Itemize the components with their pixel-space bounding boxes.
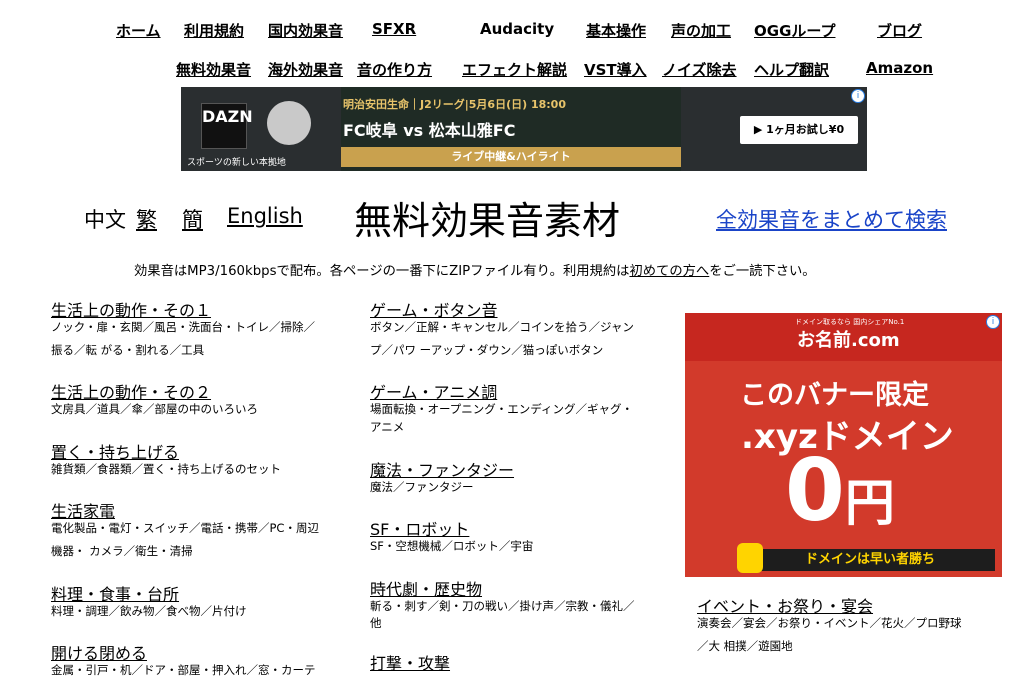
nav-how-to-make-link[interactable]: 音の作り方 (357, 59, 432, 80)
category-link[interactable]: 打撃・攻撃 (370, 650, 450, 674)
subcategory-line: 魔法／ファンタジー (370, 480, 474, 494)
ad-info-icon[interactable]: i (986, 315, 1000, 329)
page-title: 無料効果音素材 (354, 199, 621, 243)
first-time-link[interactable]: 初めての方へ (629, 264, 709, 279)
nav-blog-link[interactable]: ブログ (877, 20, 922, 41)
nav-free-sfx-link[interactable]: 無料効果音 (176, 59, 251, 80)
subcategory-line: プ／パワ ーアップ・ダウン／猫っぽいボタン (370, 343, 604, 357)
jleague-emblem-icon (267, 101, 311, 145)
subcategory-line: 雑貨類／食器類／置く・持ち上げるのセット (51, 462, 281, 476)
subcategory-line: 電化製品・電灯・スイッチ／電話・携帯／PC・周辺 (51, 521, 319, 535)
subcategory-line: 振る／転 がる・割れる／工具 (51, 343, 205, 357)
dazn-tagline: スポーツの新しい本拠地 (187, 158, 286, 168)
notice-text-end: をご一読下さい。 (709, 264, 816, 279)
dazn-banner-ad[interactable]: DAZN スポーツの新しい本拠地 明治安田生命｜J2リーグ|5月6日(日) 18… (181, 87, 867, 171)
nav-foreign-sfx-link[interactable]: 海外効果音 (268, 59, 343, 80)
thumbs-up-icon (737, 543, 763, 573)
ad-match-title: FC岐阜 vs 松本山雅FC (343, 121, 516, 140)
nav-home-link[interactable]: ホーム (116, 20, 161, 41)
subcategory-line: 機器・ カメラ／衛生・清掃 (51, 544, 193, 558)
search-all-sfx-link[interactable]: 全効果音をまとめて検索 (716, 204, 947, 234)
ad2-price-unit: 円 (844, 474, 895, 532)
notice-text: 効果音はMP3/160kbpsで配布。各ページの一番下にZIPファイル有り。利用… (134, 264, 630, 279)
ad2-price: 0円 (785, 446, 895, 548)
nav-noise-link[interactable]: ノイズ除去 (662, 59, 737, 80)
subcategory-line: SF・空想機械／ロボット／宇宙 (370, 539, 534, 553)
subcategory-line: 金属・引戸・机／ドア・部屋・押入れ／窓・カーテ (51, 663, 316, 677)
onamae-banner-ad[interactable]: ドメイン取るなら 国内シェアNo.1 お名前.com このバナー限定 .xyzド… (685, 313, 1002, 577)
subcategory-line: 斬る・刺す／剣・刀の戦い／掛け声／宗教・儀礼／ (370, 599, 635, 613)
subcategory-line: アニメ (370, 420, 405, 434)
distribution-notice: 効果音はMP3/160kbpsで配布。各ページの一番下にZIPファイル有り。利用… (134, 260, 816, 279)
nav-effects-link[interactable]: エフェクト解説 (462, 59, 567, 80)
ad2-price-number: 0 (785, 441, 845, 541)
nav-basic-ops-link[interactable]: 基本操作 (586, 20, 646, 41)
subcategory-line: 場面転換・オープニング・エンディング／ギャグ・ (370, 402, 634, 416)
ad-trial-button[interactable]: ▶ 1ヶ月お試し¥0 (740, 116, 858, 144)
lang-chinese-label: 中文 (84, 208, 126, 232)
ad-live-bar: ライブ中継&ハイライト (341, 147, 681, 167)
ad-match-info: 明治安田生命｜J2リーグ|5月6日(日) 18:00 (343, 98, 566, 111)
subcategory-line: 料理・調理／飲み物／食べ物／片付け (51, 604, 247, 618)
lang-traditional-link[interactable]: 繁 (136, 204, 157, 234)
subcategory-line: ボタン／正解・キャンセル／コインを拾う／ジャン (370, 320, 634, 334)
lang-english-link[interactable]: English (227, 204, 303, 228)
nav-help-translate-link[interactable]: ヘルプ翻訳 (754, 59, 829, 80)
nav-domestic-sfx-link[interactable]: 国内効果音 (268, 20, 343, 41)
subcategory-line: 演奏会／宴会／お祭り・イベント／花火／プロ野球 (697, 616, 962, 630)
dazn-logo: DAZN (201, 103, 253, 149)
nav-sfxr-link[interactable]: SFXR (372, 20, 416, 38)
nav-audacity-label: Audacity (480, 20, 555, 38)
nav-amazon-link[interactable]: Amazon (866, 59, 933, 77)
onamae-logo: お名前.com (797, 330, 900, 351)
nav-terms-link[interactable]: 利用規約 (184, 20, 244, 41)
nav-voice-link[interactable]: 声の加工 (671, 20, 731, 41)
ad2-footer: ドメインは早い者勝ち (745, 549, 995, 571)
subcategory-line: ／大 相撲／遊園地 (697, 639, 793, 653)
subcategory-line: 文房具／道具／傘／部屋の中のいろいろ (51, 402, 258, 416)
subcategory-line: 他 (370, 616, 382, 630)
nav-vst-link[interactable]: VST導入 (584, 59, 647, 80)
ad2-headline: このバナー限定 (740, 380, 929, 411)
ad-info-icon[interactable]: i (851, 89, 865, 103)
nav-ogg-loop-link[interactable]: OGGループ (754, 20, 835, 41)
lang-simplified-link[interactable]: 簡 (182, 204, 203, 234)
subcategory-line: ノック・扉・玄関／風呂・洗面台・トイレ／掃除／ (51, 320, 316, 334)
